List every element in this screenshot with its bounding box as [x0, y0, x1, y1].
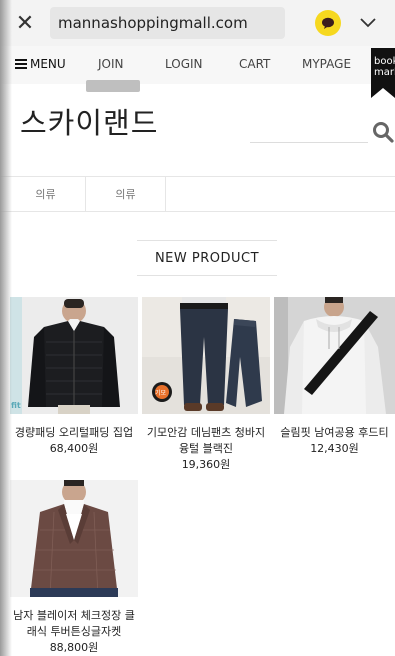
bookmark-line1: book — [374, 56, 395, 67]
product-badge: 기모 — [155, 390, 167, 397]
category-tab[interactable]: 의류 — [6, 177, 86, 211]
product-price: 88,800원 — [49, 641, 99, 654]
join-link[interactable]: JOIN — [98, 57, 124, 71]
menu-label: MENU — [30, 57, 66, 71]
mypage-link[interactable]: MYPAGE — [302, 57, 351, 71]
search-icon[interactable] — [372, 121, 394, 143]
product-name[interactable]: 슬림핏 남여공용 후드티 — [274, 425, 395, 441]
section-title: NEW PRODUCT — [137, 240, 277, 276]
search-input[interactable] — [250, 142, 368, 143]
menu-button[interactable]: MENU — [15, 57, 66, 71]
product-card[interactable]: fit 경량패딩 오리털패딩 집업 68,400원 — [10, 297, 138, 457]
hamburger-icon — [15, 57, 27, 71]
product-name[interactable]: 기모안감 데님팬츠 청바지 융털 블랙진 — [142, 425, 270, 457]
edge-shadow — [0, 0, 12, 656]
product-image[interactable] — [274, 297, 395, 414]
product-image[interactable] — [10, 480, 138, 597]
login-link[interactable]: LOGIN — [165, 57, 203, 71]
kakao-chat-icon[interactable] — [315, 10, 341, 36]
cart-link[interactable]: CART — [239, 57, 270, 71]
product-price: 68,400원 — [49, 442, 99, 455]
product-image[interactable]: 기모 — [142, 297, 270, 414]
product-price: 19,360원 — [181, 458, 231, 471]
url-text: mannashoppingmall.com — [58, 14, 248, 32]
chevron-down-icon[interactable] — [359, 14, 377, 32]
browser-address-bar: ✕ mannashoppingmall.com — [0, 0, 395, 46]
product-card[interactable]: 기모 기모안감 데님팬츠 청바지 융털 블랙진 19,360원 — [142, 297, 270, 473]
join-indicator — [86, 80, 140, 92]
site-nav: MENU JOIN LOGIN CART MYPAGE — [0, 46, 395, 84]
bookmark-line2: mark — [374, 67, 395, 78]
site-logo[interactable]: 스카이랜드 — [20, 100, 158, 142]
bookmark-ribbon[interactable]: book mark — [371, 48, 395, 98]
product-name[interactable]: 남자 블레이저 체크정장 클래식 투버튼싱글자켓 — [10, 608, 138, 640]
category-tabs: 의류 의류 — [0, 176, 395, 212]
url-field[interactable]: mannashoppingmall.com — [50, 7, 285, 39]
category-tab[interactable]: 의류 — [86, 177, 166, 211]
product-name[interactable]: 경량패딩 오리털패딩 집업 — [10, 425, 138, 441]
product-image[interactable]: fit — [10, 297, 138, 414]
product-price: 12,430원 — [310, 442, 359, 455]
product-card[interactable]: 남자 블레이저 체크정장 클래식 투버튼싱글자켓 88,800원 — [10, 480, 138, 656]
product-card[interactable]: 슬림핏 남여공용 후드티 12,430원 — [274, 297, 395, 457]
product-badge: fit — [11, 401, 21, 410]
